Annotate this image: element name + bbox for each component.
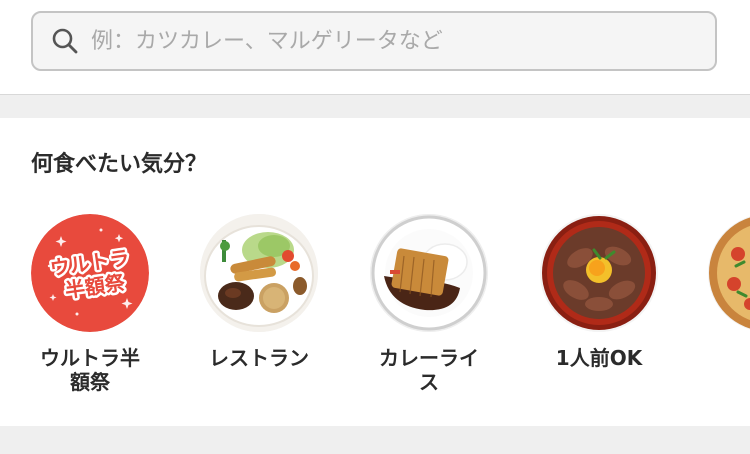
restaurant-plate-icon xyxy=(200,214,318,332)
search-section xyxy=(0,0,750,94)
search-input[interactable] xyxy=(91,28,691,54)
search-box[interactable] xyxy=(31,11,717,71)
category-item-single-serving[interactable]: 1人前OK xyxy=(540,214,660,370)
section-title: 何食べたい気分？ xyxy=(31,152,208,177)
single-serving-bowl-icon xyxy=(540,214,658,332)
category-section: 何食べたい気分？ ウルトラ ウルトラ 半額祭 半額祭 ウルトラ半額祭 レストラン… xyxy=(0,118,750,426)
category-item-restaurant[interactable]: レストラン xyxy=(200,214,320,370)
category-label: 1人前OK xyxy=(555,346,643,370)
ultra-half-price-badge-icon: ウルトラ ウルトラ 半額祭 半額祭 xyxy=(31,214,149,332)
pizza-icon xyxy=(708,214,750,332)
category-label: レストラン xyxy=(209,346,309,370)
category-label: ウルトラ半額祭 xyxy=(40,346,140,394)
category-item-pizza[interactable] xyxy=(708,214,750,346)
category-label: カレーライス xyxy=(379,346,479,394)
divider xyxy=(0,94,750,95)
category-item-curry-rice[interactable]: カレーライス xyxy=(370,214,490,394)
search-icon xyxy=(51,26,81,56)
category-item-ultra-half-price[interactable]: ウルトラ ウルトラ 半額祭 半額祭 ウルトラ半額祭 xyxy=(31,214,151,394)
section-gap xyxy=(0,426,750,454)
curry-rice-plate-icon xyxy=(370,214,488,332)
